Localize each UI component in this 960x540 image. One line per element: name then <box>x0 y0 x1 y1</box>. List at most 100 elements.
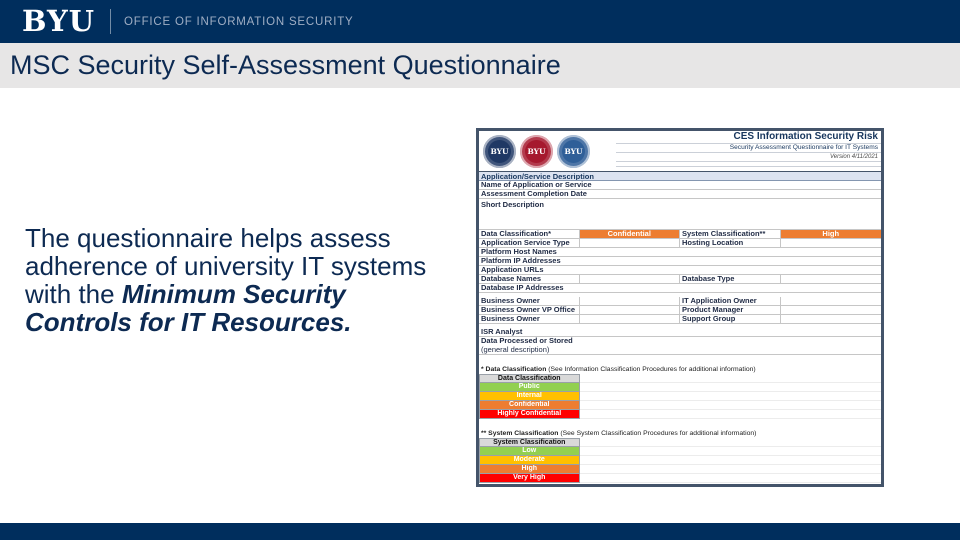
questionnaire-header: BYU BYU BYU CES Information Security Risk … <box>479 131 881 171</box>
grid-filler <box>579 474 881 483</box>
field-value-cell <box>781 239 882 247</box>
form-field-row: Assessment Completion Date <box>479 190 881 199</box>
legend-color-cell: Highly Confidential <box>479 410 580 419</box>
legend-row: Very High <box>479 474 881 483</box>
footnote-row: * Data Classification (See Information C… <box>481 366 756 373</box>
field-value-cell: High <box>780 230 881 238</box>
legend-row: High <box>479 465 881 474</box>
questionnaire-rows: Application/Service Description Name of A… <box>479 171 881 484</box>
questionnaire-version: Version 4/11/2021 <box>615 153 881 162</box>
byu-seals: BYU BYU BYU <box>479 131 616 171</box>
field-value-cell <box>781 275 882 283</box>
grid-filler <box>579 438 881 447</box>
footnote-term: ** System Classification <box>481 430 559 437</box>
page-title: MSC Security Self-Assessment Questionnai… <box>10 50 561 80</box>
body-line: Controls for IT Resources. <box>25 308 426 336</box>
legend-header-cell: Data Classification <box>479 374 580 383</box>
form-field-row: Database IP Addresses <box>479 284 881 293</box>
byu-seal-icon: BYU <box>557 134 590 168</box>
title-band: MSC Security Self-Assessment Questionnai… <box>0 43 960 88</box>
form-field-row: Application Service Type Hosting Location <box>479 239 881 248</box>
body-paragraph: The questionnaire helps assess adherence … <box>25 224 426 336</box>
field-label-cell: Database Type <box>680 275 781 283</box>
field-label-cell: Hosting Location <box>680 239 781 247</box>
form-field-row: Data Classification* Confidential System C… <box>479 230 881 239</box>
field-label-cell: Application Service Type <box>479 239 580 247</box>
body-line: The questionnaire helps assess <box>25 224 426 252</box>
form-field-row: ISR Analyst <box>479 328 881 337</box>
field-value-cell <box>580 239 680 247</box>
grid-filler <box>579 392 881 401</box>
legend-color-cell: Very High <box>479 474 580 483</box>
byu-seal-icon: BYU <box>483 134 516 168</box>
form-field-row: Business Owner VP Office Product Manager <box>479 306 881 315</box>
brand-divider <box>110 9 111 34</box>
field-value-cell <box>781 306 882 314</box>
body-emphasis-text: Controls for IT Resources. <box>25 307 352 337</box>
field-label-cell: Database Names <box>479 275 580 283</box>
grid-filler <box>579 410 881 419</box>
legend-row: Public <box>479 383 881 392</box>
form-field-row: Application URLs <box>479 266 881 275</box>
body-emphasis-text: Minimum Security <box>121 279 346 309</box>
form-field-row: Business Owner Department Support Group <box>479 315 881 324</box>
field-value-cell <box>580 297 680 305</box>
legend-header-row: Data Classification <box>479 374 881 383</box>
questionnaire-subtitle: Security Assessment Questionnaire for IT… <box>615 144 881 153</box>
field-value-cell: Confidential <box>579 230 680 238</box>
questionnaire-title: CES Information Security Risk <box>615 131 881 144</box>
legend-row: Confidential <box>479 401 881 410</box>
footnote-row: ** System Classification (See System Cla… <box>481 430 757 437</box>
footnote-term: * Data Classification <box>481 366 547 373</box>
legend-row: Highly Confidential <box>479 410 881 419</box>
form-field-row: Database Names Database Type <box>479 275 881 284</box>
grid-filler <box>579 465 881 474</box>
questionnaire-header-text: CES Information Security Risk Security A… <box>615 131 881 171</box>
legend-color-cell: Public <box>479 383 580 392</box>
field-label: Data Processed or Stored <box>481 337 573 345</box>
grid-filler <box>579 374 881 383</box>
form-field-row: Short Description <box>479 199 881 230</box>
legend-row: Internal <box>479 392 881 401</box>
field-sublabel: (general description) <box>481 344 550 354</box>
field-label-cell: Business Owner <box>479 297 580 305</box>
body-text-segment: adherence of university IT systems <box>25 251 427 281</box>
legend-header-cell: System Classification <box>479 438 580 447</box>
legend-color-cell: Low <box>479 447 580 456</box>
field-value-cell <box>580 306 680 314</box>
bottom-bar <box>0 523 960 540</box>
grid-filler <box>579 447 881 456</box>
field-value-cell <box>580 315 680 323</box>
legend-color-cell: Confidential <box>479 401 580 410</box>
field-label-cell: System Classification** <box>680 230 781 238</box>
grid-filler <box>579 383 881 392</box>
body-text-segment: The questionnaire helps assess <box>25 223 391 253</box>
field-label-cell: IT Application Owner <box>680 297 781 305</box>
body-line: adherence of university IT systems <box>25 252 426 280</box>
form-field-row: Data Processed or Stored (general descrip… <box>479 337 881 355</box>
legend-header-row: System Classification <box>479 438 881 447</box>
legend-row: Low <box>479 447 881 456</box>
form-field-row: Platform IP Addresses <box>479 257 881 266</box>
field-value-cell <box>781 297 882 305</box>
field-label-cell: Business Owner Department <box>479 315 580 323</box>
byu-seal-icon: BYU <box>520 134 553 168</box>
grid-filler <box>579 401 881 410</box>
byu-logo: BYU <box>22 4 95 38</box>
field-label-cell: Data Classification* <box>479 230 580 238</box>
field-label-cell: Support Group <box>680 315 781 323</box>
body-line: with the Minimum Security <box>25 280 426 308</box>
legend-row: Moderate <box>479 456 881 465</box>
department-name: OFFICE OF INFORMATION SECURITY <box>124 15 354 28</box>
legend-color-cell: Internal <box>479 392 580 401</box>
spacer-row <box>479 419 881 429</box>
field-value-cell <box>781 315 882 323</box>
form-field-row: Platform Host Names <box>479 248 881 257</box>
top-bar: BYU OFFICE OF INFORMATION SECURITY <box>0 0 960 43</box>
body-text-segment: with the <box>25 279 122 309</box>
field-label-cell: Business Owner VP Office <box>479 306 580 314</box>
grid-filler <box>579 456 881 465</box>
legend-color-cell: Moderate <box>479 456 580 465</box>
spacer-row <box>479 355 881 365</box>
form-field-row: Business Owner IT Application Owner <box>479 297 881 306</box>
